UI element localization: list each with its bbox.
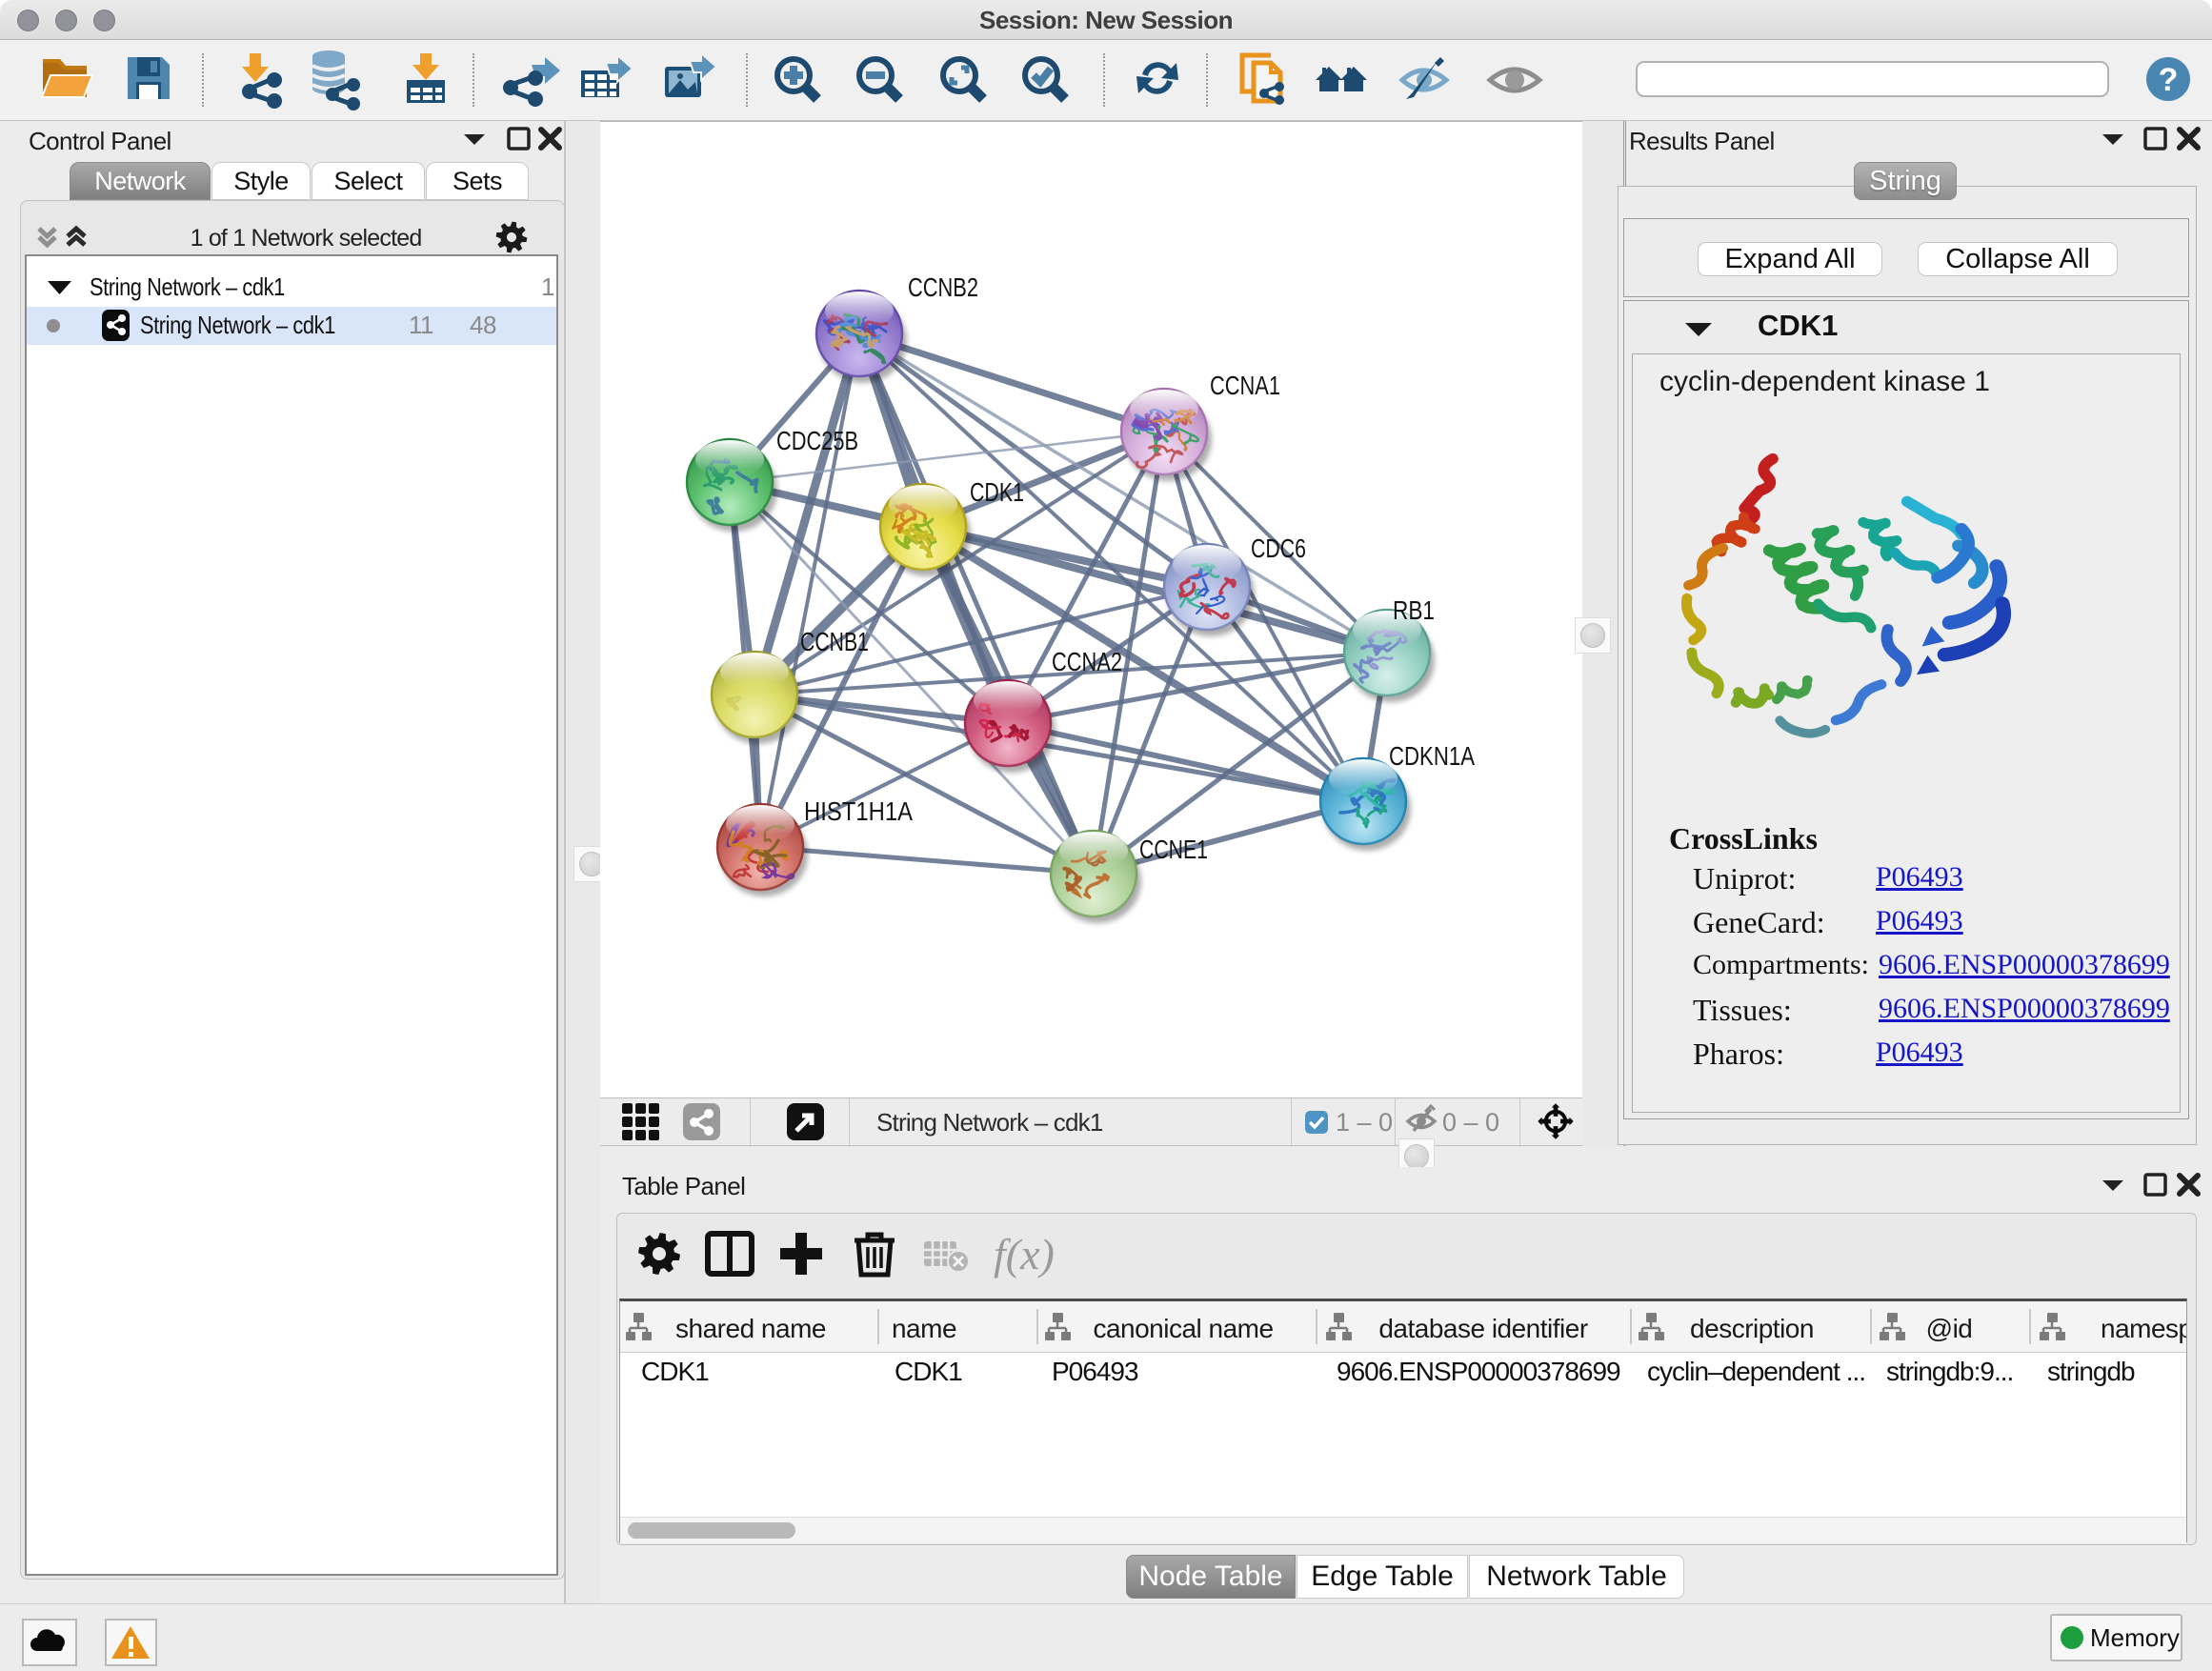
svg-text:database identifier: database identifier [1378, 1314, 1588, 1343]
svg-text:CCNA2: CCNA2 [1052, 647, 1122, 676]
svg-text:@id: @id [1926, 1314, 1973, 1343]
svg-text:CDC25B: CDC25B [776, 426, 858, 455]
svg-text:CDKN1A: CDKN1A [1389, 741, 1475, 771]
svg-text:CCNB1: CCNB1 [800, 627, 869, 656]
svg-text:?: ? [2159, 62, 2179, 98]
svg-text:CDC6: CDC6 [1251, 534, 1306, 563]
svg-text:1 – 0: 1 – 0 [1336, 1108, 1393, 1137]
svg-text:namespac: namespac [2101, 1314, 2186, 1343]
svg-text:CDK1: CDK1 [970, 477, 1024, 507]
svg-text:CCNA1: CCNA1 [1210, 371, 1280, 400]
svg-text:f(x): f(x) [994, 1230, 1055, 1278]
svg-text:0 – 0: 0 – 0 [1442, 1108, 1499, 1137]
svg-text:CCNB2: CCNB2 [908, 272, 978, 302]
svg-text:Memory: Memory [2090, 1623, 2180, 1652]
svg-text:name: name [892, 1314, 956, 1343]
svg-text:String Network – cdk1: String Network – cdk1 [876, 1108, 1103, 1137]
svg-text:canonical name: canonical name [1093, 1314, 1273, 1343]
svg-text:shared name: shared name [675, 1314, 826, 1343]
svg-text:1 of 1 Network selected: 1 of 1 Network selected [191, 225, 422, 252]
svg-text:HIST1H1A: HIST1H1A [804, 796, 913, 826]
svg-text:CCNE1: CCNE1 [1139, 835, 1208, 864]
svg-text:RB1: RB1 [1393, 595, 1435, 625]
svg-text:description: description [1690, 1314, 1814, 1343]
